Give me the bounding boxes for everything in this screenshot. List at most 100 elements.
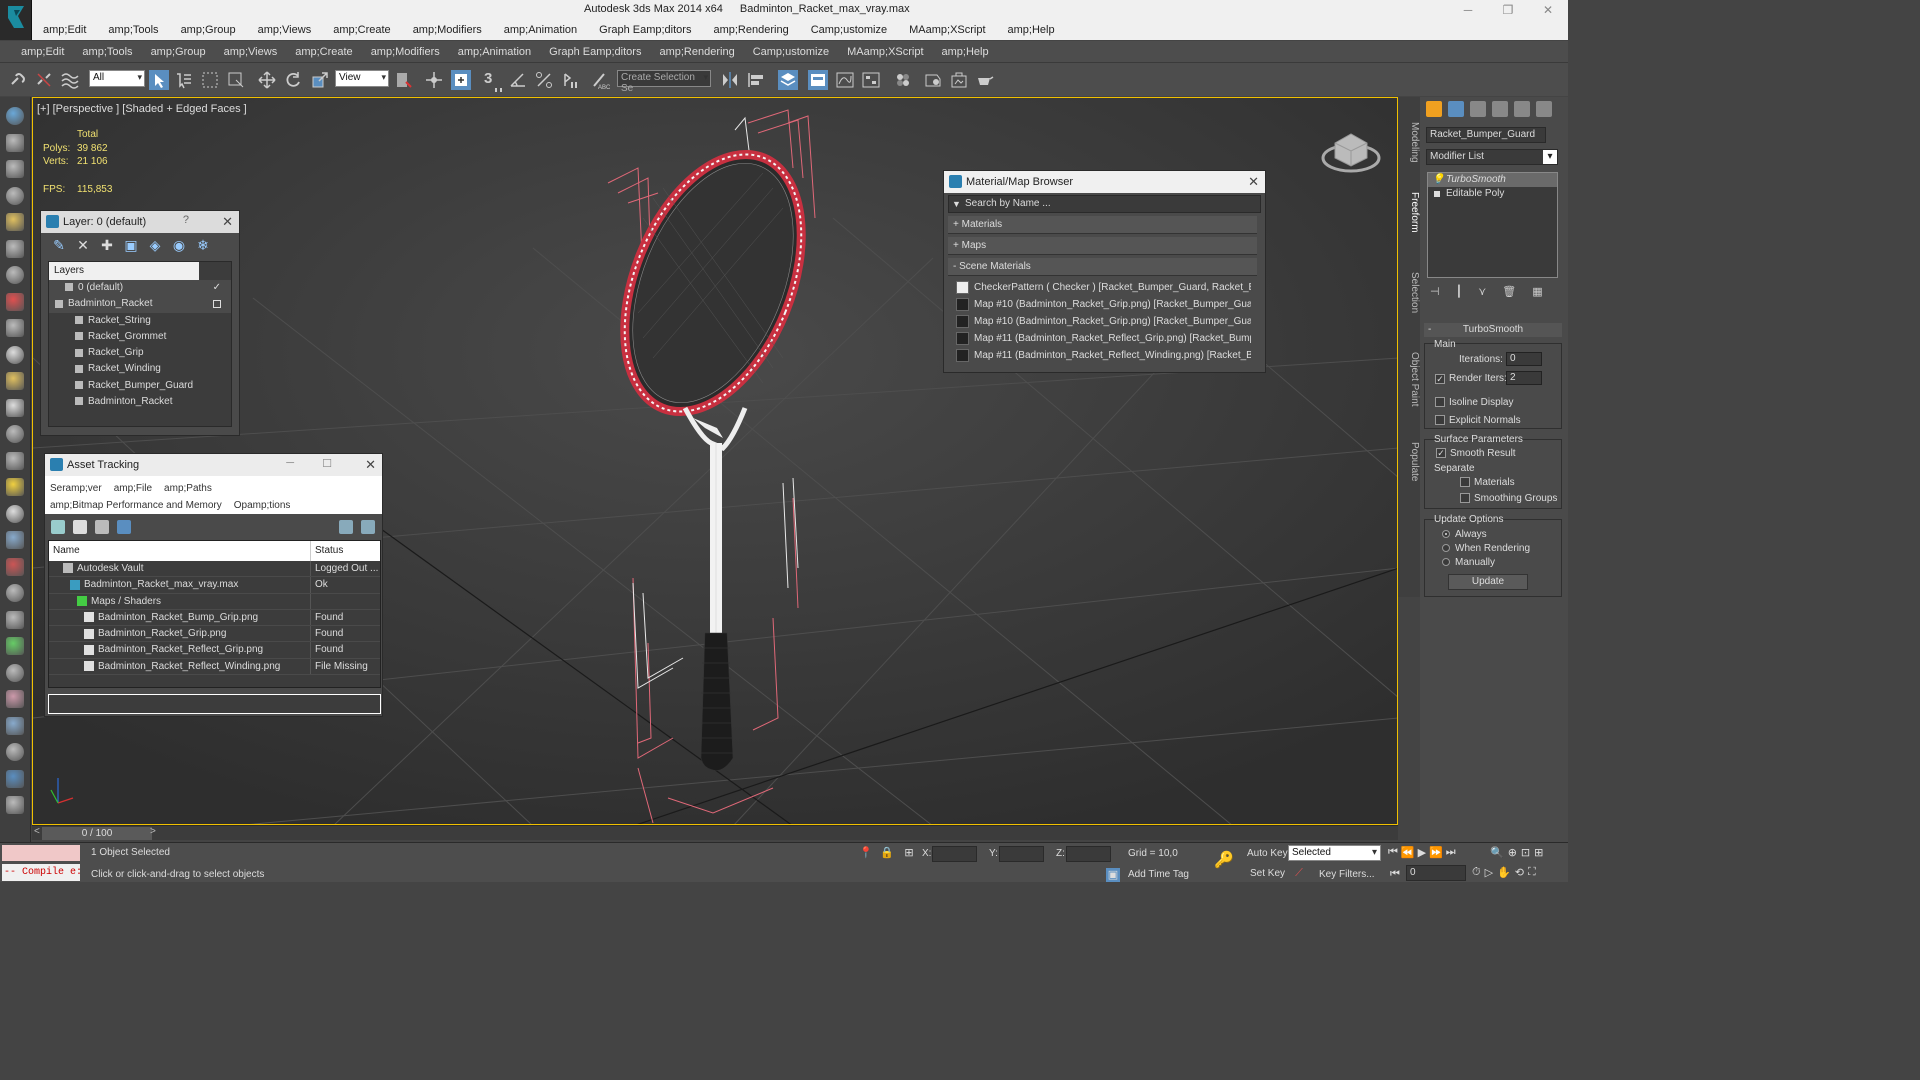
sun-icon[interactable] — [6, 478, 24, 496]
layers-column-header[interactable]: Layers — [49, 262, 199, 280]
material-browser-titlebar[interactable]: Material/Map Browser ✕ — [944, 171, 1265, 193]
material-list-item[interactable]: Map #10 (Badminton_Racket_Grip.png) [Rac… — [956, 296, 1251, 313]
menu-item[interactable]: amp;Tools — [97, 24, 169, 36]
curve-editor-icon[interactable] — [835, 70, 855, 90]
maximize-viewport-icon[interactable]: ⛶ — [1528, 866, 1536, 879]
turbosmooth-rollout-header[interactable]: - TurboSmooth — [1424, 323, 1562, 337]
helper-icon[interactable] — [6, 584, 24, 602]
material-editor-icon[interactable] — [893, 70, 913, 90]
cone-icon[interactable] — [6, 425, 24, 443]
asset-menu-item[interactable]: Seramp;ver — [50, 483, 102, 494]
sphere-icon[interactable] — [6, 372, 24, 390]
menu-item[interactable]: amp;Help — [933, 46, 998, 58]
layer-manager-icon[interactable] — [778, 70, 798, 90]
table-view-icon[interactable] — [95, 520, 109, 534]
panel-icon[interactable] — [6, 160, 24, 178]
smoothing-groups-checkbox[interactable] — [1460, 493, 1470, 503]
edit-named-selection-icon[interactable]: ABC — [590, 70, 611, 91]
layer-row[interactable]: Badminton_Racket — [49, 394, 231, 410]
z-coordinate-field[interactable] — [1066, 846, 1111, 862]
shell-icon[interactable] — [6, 690, 24, 708]
layer-row[interactable]: Racket_Winding — [49, 361, 231, 377]
material-list-item[interactable]: CheckerPattern ( Checker ) [Racket_Bumpe… — [956, 279, 1251, 296]
field-of-view-icon[interactable]: ▷ — [1485, 866, 1493, 879]
side-tab[interactable]: Object Paint — [1398, 352, 1420, 406]
box-icon[interactable] — [6, 133, 24, 152]
side-tab[interactable]: Modeling — [1398, 122, 1420, 163]
schematic-view-icon[interactable] — [861, 70, 881, 90]
asset-close-button[interactable]: ✕ — [365, 457, 376, 473]
manipulate-icon[interactable] — [424, 70, 444, 90]
select-layer-objects-icon[interactable]: ▣ — [123, 237, 139, 254]
scale-icon[interactable] — [310, 70, 330, 90]
stack-item-editable-poly[interactable]: Editable Poly — [1428, 187, 1557, 201]
time-slider[interactable]: 0 / 100 — [42, 827, 152, 840]
next-key-icon[interactable]: ⏩ — [1429, 846, 1443, 859]
window-crossing-icon[interactable] — [226, 70, 246, 90]
absolute-mode-icon[interactable]: ⊞ — [902, 846, 916, 860]
menu-item[interactable]: amp;Rendering — [650, 46, 743, 58]
material-list-item[interactable]: Map #10 (Badminton_Racket_Grip.png) [Rac… — [956, 313, 1251, 330]
hide-layers-icon[interactable]: ◉ — [171, 237, 187, 254]
menu-item[interactable]: amp;Edit — [32, 24, 97, 36]
keyboard-shortcut-icon[interactable] — [451, 70, 471, 90]
isoline-checkbox[interactable] — [1435, 397, 1445, 407]
next-frame-button[interactable]: > — [150, 826, 156, 837]
named-selection-dropdown[interactable]: Create Selection Se — [617, 70, 711, 94]
settings-icon[interactable] — [361, 520, 375, 534]
spinner-snap-icon[interactable] — [560, 70, 580, 90]
table-row[interactable]: Autodesk Vault Logged Out ... — [49, 561, 380, 578]
table-row[interactable]: Badminton_Racket_max_vray.max Ok — [49, 577, 380, 594]
menu-item[interactable]: amp;Group — [170, 24, 247, 36]
material-section-header[interactable]: + Maps — [948, 237, 1257, 255]
x-coordinate-field[interactable] — [932, 846, 977, 862]
rotate-icon[interactable] — [283, 70, 303, 90]
key-mode-dropdown[interactable]: Selected ▾ — [1288, 845, 1381, 861]
materials-checkbox[interactable] — [1460, 477, 1470, 487]
menu-item[interactable]: amp;Views — [247, 24, 323, 36]
set-key-button[interactable]: Set Key — [1250, 868, 1285, 879]
always-radio[interactable] — [1442, 530, 1450, 538]
layer-row[interactable]: Racket_Grommet — [49, 329, 231, 345]
torus-icon[interactable] — [6, 398, 24, 417]
add-time-tag-button[interactable]: Add Time Tag — [1128, 869, 1189, 880]
side-tab[interactable]: Selection — [1398, 272, 1420, 313]
display-tab-icon[interactable] — [1514, 101, 1530, 117]
stack-item-turbosmooth[interactable]: 💡 TurboSmooth — [1428, 173, 1557, 187]
prev-key-icon[interactable]: ⏪ — [1401, 846, 1415, 859]
motion-tab-icon[interactable] — [1492, 101, 1508, 117]
menu-item[interactable]: amp;Create — [322, 24, 401, 36]
layer-window-close-button[interactable]: ✕ — [222, 214, 233, 230]
explicit-normals-checkbox[interactable] — [1435, 415, 1445, 425]
move-icon[interactable] — [6, 239, 24, 258]
sphere-icon[interactable] — [6, 504, 24, 523]
menu-item[interactable]: amp;Views — [215, 46, 287, 58]
key-mode-toggle-icon[interactable]: ⏮ — [1388, 867, 1402, 881]
goto-end-icon[interactable]: ⏭ — [1446, 846, 1456, 859]
material-icon[interactable] — [6, 743, 24, 761]
asset-minimize-button[interactable]: ─ — [286, 457, 294, 469]
asset-menu-item[interactable]: amp;Paths — [164, 483, 212, 494]
menu-item[interactable]: MAamp;XScript — [838, 46, 932, 58]
maxscript-output[interactable]: -- Compile e: — [2, 864, 80, 881]
bulb-icon[interactable] — [6, 213, 24, 231]
menu-item[interactable]: Camp;ustomize — [800, 24, 898, 36]
layer-visibility-icon[interactable] — [213, 300, 221, 309]
current-layer-check-icon[interactable]: ✓ — [213, 280, 221, 296]
menu-item[interactable]: amp;Modifiers — [362, 46, 449, 58]
teapot-icon[interactable] — [6, 107, 24, 125]
show-end-result-icon[interactable]: ┃ — [1456, 285, 1463, 298]
percent-snap-icon[interactable] — [534, 70, 554, 90]
auto-key-button[interactable]: Auto Key — [1247, 848, 1288, 859]
sphere-icon[interactable] — [6, 716, 24, 735]
angle-snap-icon[interactable] — [508, 70, 528, 90]
layer-row[interactable]: Racket_Bumper_Guard — [49, 378, 231, 394]
asset-path-field[interactable] — [48, 694, 381, 714]
material-section-header[interactable]: + Materials — [948, 216, 1257, 234]
link-icon[interactable] — [8, 70, 28, 90]
asset-window-titlebar[interactable]: Asset Tracking ─ ☐ ✕ — [45, 454, 382, 476]
layer-window-titlebar[interactable]: Layer: 0 (default) ? ✕ — [41, 211, 239, 233]
light-icon[interactable] — [6, 451, 24, 470]
move-icon[interactable] — [257, 70, 277, 90]
grid-view-icon[interactable] — [117, 520, 131, 534]
